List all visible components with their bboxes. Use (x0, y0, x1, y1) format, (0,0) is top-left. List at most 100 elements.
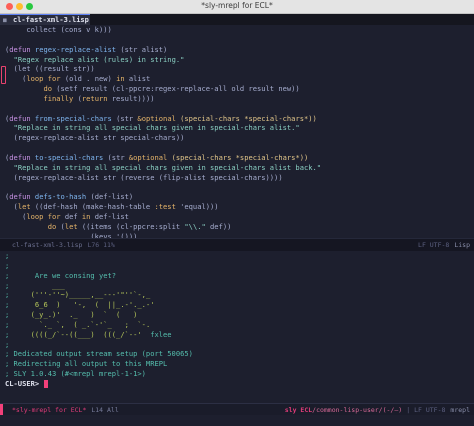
editor-mode-line[interactable]: cl-fast-xml-3.lisp L76 11% LF UTF-8 Lisp (0, 238, 474, 251)
token: finally (43, 93, 74, 103)
token: ; Dedicated output stream setup (port 50… (5, 349, 193, 359)
sly-connection-indicator[interactable]: sly ECL (285, 406, 312, 414)
minibuffer[interactable] (0, 415, 474, 426)
repl-line[interactable]: ; (5, 261, 474, 271)
repl-line[interactable]: ; (_y_.)' ._ ) ` ( ) (5, 310, 474, 320)
code-line[interactable]: (let ((result str)) (5, 64, 474, 74)
token: ( (5, 212, 27, 222)
tab-label: cl-fast-xml-3.lisp (13, 16, 89, 24)
code-line[interactable]: (defun from-special-chars (str &optional… (5, 114, 474, 124)
token: (_y_.)' ._ ) ` ( ) (9, 310, 138, 320)
token: (special-chars *special-chars*)) (167, 152, 309, 162)
token: collect (cons v k))) (5, 25, 112, 34)
repl-line[interactable]: ; (5, 340, 474, 350)
token: def-list (90, 212, 129, 222)
token: for (47, 212, 61, 222)
tab-bar: ■ cl-fast-xml-3.lisp (0, 14, 474, 26)
modeline-position: L76 11% (87, 241, 115, 249)
title-bar[interactable]: *sly-mrepl for ECL* (0, 0, 474, 14)
modeline-buffer-name: *sly-mrepl for ECL* (12, 406, 87, 414)
code-line[interactable] (5, 104, 474, 114)
repl-line[interactable]: ; SLY 1.0.43 (#<mrepl mrepl-1-1>) (5, 369, 474, 379)
token: to-special-chars (34, 152, 104, 162)
code-line[interactable]: "Replace in string all special chars giv… (5, 123, 474, 133)
code-line[interactable]: (defun to-special-chars (str &optional (… (5, 153, 474, 163)
token: ('''-''~)_____,__---'"''`-,_ (9, 290, 151, 300)
modeline-separator: | (406, 406, 411, 414)
modeline-position: L14 All (91, 406, 119, 414)
token: def)) (205, 221, 232, 231)
repl-line[interactable]: ; Dedicated output stream setup (port 50… (5, 349, 474, 359)
token: (str alist) (116, 44, 168, 54)
repl-line[interactable]: ; `._ `, ( _.`-'`_ ; `-. (5, 320, 474, 330)
repl-line[interactable]: ; (5, 251, 474, 261)
token: defs-to-hash (34, 192, 87, 202)
repl-line[interactable]: ; ('''-''~)_____,__---'"''`-,_ (5, 290, 474, 300)
code-line[interactable]: finally (return result)))) (5, 94, 474, 104)
token: ; (5, 260, 10, 270)
code-line[interactable]: (loop for def in def-list (5, 212, 474, 222)
token: loop (26, 74, 44, 84)
code-line[interactable]: collect (cons v k))) (5, 25, 474, 35)
token: (str (111, 113, 138, 123)
token: "Replace in string all special chars giv… (13, 123, 300, 133)
token: fxlee (150, 329, 172, 339)
code-line[interactable]: (let ((def-hash (make-hash-table :test '… (5, 202, 474, 212)
token: (regex-replace-alist str special-chars)) (5, 133, 185, 143)
editor-pane[interactable]: collect (cons v k))) (defun regex-replace… (0, 25, 474, 310)
modeline-major-mode: mrepl (450, 406, 470, 414)
code-line[interactable]: do (setf result (cl-ppcre:regex-replace-… (5, 84, 474, 94)
token: return (81, 93, 108, 103)
token: loop (26, 212, 44, 222)
repl-output[interactable]: ;;; Are we consing yet?; ___; ('''-''~)_… (5, 251, 474, 389)
code-line[interactable]: "Regex replace alist (rules) in string." (5, 55, 474, 65)
repl-line[interactable]: ; Are we consing yet? (5, 271, 474, 281)
code-line[interactable]: do (let ((items (cl-ppcre:split "\\." de… (5, 222, 474, 232)
token: alist (124, 74, 151, 84)
code-line[interactable] (5, 35, 474, 45)
token: ( (56, 221, 65, 231)
token: (old . new) (60, 74, 117, 84)
repl-line[interactable]: ; 6_6 ) '-, ( ||_.-'._.-' (5, 300, 474, 310)
token: from-special-chars (34, 113, 112, 123)
code-line[interactable]: (regex-replace-alist str (reverse (flip-… (5, 173, 474, 183)
repl-pane[interactable]: ;;; Are we consing yet?; ___; ('''-''~)_… (0, 251, 474, 403)
token: &optional (137, 113, 176, 123)
code-line[interactable]: (defun regex-replace-alist (str alist) (5, 45, 474, 55)
token: "Regex replace alist (rules) in string." (13, 54, 185, 64)
token: (special-chars *special-chars*)) (175, 113, 317, 123)
sly-package[interactable]: /common-lisp-user/ (312, 406, 382, 414)
modeline-major-mode: Lisp (454, 241, 470, 249)
token: 6_6 ) '-, ( ||_.-'._.-' (9, 300, 155, 310)
code-line[interactable]: (loop for (old . new) in alist (5, 74, 474, 84)
token: ( (5, 202, 18, 212)
token: defun (9, 192, 31, 202)
repl-line[interactable]: ; ((((_/`--((___) (((_/`--' fxlee (5, 330, 474, 340)
token: (regex-replace-alist str (reverse (flip-… (5, 172, 283, 182)
token: ( (5, 74, 27, 84)
window-title: *sly-mrepl for ECL* (201, 1, 273, 10)
code-line[interactable] (5, 143, 474, 153)
token: :test (154, 202, 176, 212)
token: defun (9, 44, 31, 54)
repl-line[interactable]: CL-USER> (5, 379, 474, 389)
code-line[interactable] (5, 183, 474, 193)
token: ( (73, 93, 82, 103)
code-line[interactable]: (defun defs-to-hash (def-list) (5, 192, 474, 202)
code-line[interactable]: (regex-replace-alist str special-chars)) (5, 133, 474, 143)
code-line[interactable]: "Replace in string all special chars giv… (5, 163, 474, 173)
token: in (116, 74, 125, 84)
token: (str (103, 152, 129, 162)
token: ; (5, 339, 10, 349)
modeline-encoding: LF UTF-8 (418, 241, 450, 249)
token: let (17, 202, 31, 212)
token: ; Redirecting all output to this MREPL (5, 359, 168, 369)
repl-line[interactable]: ; ___ (5, 281, 474, 291)
token: &optional (128, 152, 168, 162)
repl-line[interactable]: ; Redirecting all output to this MREPL (5, 359, 474, 369)
